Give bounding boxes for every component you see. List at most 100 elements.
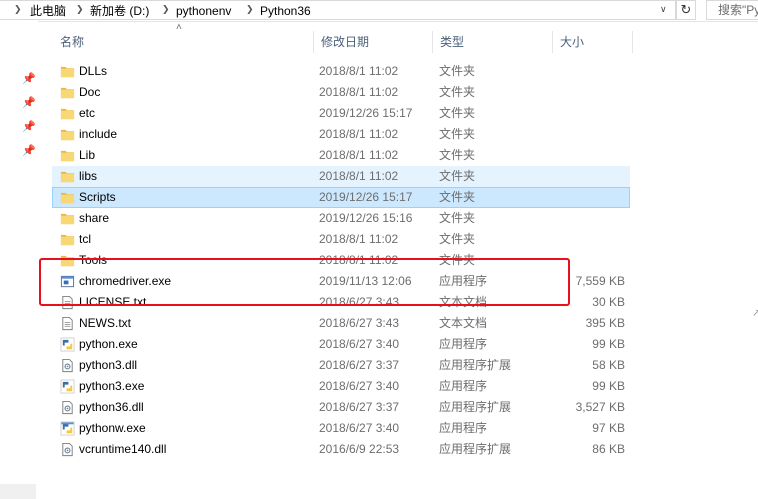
file-size: 99 KB [592, 337, 625, 351]
navigation-pane: 📌 📌 📌 📌 [0, 21, 38, 499]
file-date: 2018/6/27 3:43 [319, 316, 400, 330]
file-name: python3.exe [79, 379, 145, 393]
file-type: 文件夹 [439, 232, 476, 246]
file-name: tcl [79, 232, 91, 246]
chevron-right-icon[interactable]: ❯ [76, 4, 84, 15]
file-row[interactable]: chromedriver.exe 2019/11/13 12:06 应用程序 7,55… [52, 271, 630, 292]
file-name: Tools [79, 253, 108, 267]
pin-icon[interactable]: 📌 [22, 97, 36, 109]
file-size: 99 KB [592, 379, 625, 393]
file-date: 2018/8/1 11:02 [319, 232, 399, 246]
file-date: 2018/8/1 11:02 [319, 169, 399, 183]
file-row[interactable]: python36.dll 2018/6/27 3:37 应用程序扩展 3,527 KB [52, 397, 630, 418]
chevron-right-icon[interactable]: ❯ [14, 4, 22, 15]
file-type: 应用程序 [439, 421, 488, 435]
breadcrumb-drive-d[interactable]: 新加卷 (D:) [90, 3, 149, 19]
file-row[interactable]: Lib 2018/8/1 11:02 文件夹 [52, 145, 630, 166]
file-row[interactable]: python3.dll 2018/6/27 3:37 应用程序扩展 58 KB [52, 355, 630, 376]
file-date: 2018/6/27 3:43 [319, 295, 400, 309]
file-name: include [79, 127, 118, 141]
file-name: NEWS.txt [79, 316, 132, 330]
column-header-date[interactable]: 修改日期 [313, 31, 433, 53]
pin-icon[interactable]: 📌 [22, 145, 36, 157]
text-file-icon [60, 295, 75, 310]
file-row[interactable]: libs 2018/8/1 11:02 文件夹 [52, 166, 630, 187]
file-type: 应用程序扩展 [439, 358, 512, 372]
file-row[interactable]: Tools 2018/8/1 11:02 文件夹 [52, 250, 630, 271]
file-row[interactable]: Doc 2018/8/1 11:02 文件夹 [52, 82, 630, 103]
column-header-type[interactable]: 类型 [432, 31, 552, 53]
folder-icon [60, 148, 75, 163]
file-date: 2018/6/27 3:37 [319, 400, 400, 414]
python-icon [60, 379, 75, 394]
file-type: 文件夹 [439, 106, 476, 120]
pin-icon[interactable]: 📌 [22, 73, 36, 85]
file-name: python.exe [79, 337, 138, 351]
chevron-right-icon[interactable]: ❯ [246, 4, 254, 15]
pin-icon[interactable]: 📌 [22, 121, 36, 133]
address-field[interactable]: ❯ 此电脑 ❯ 新加卷 (D:) ❯ pythonenv ❯ Python36 … [0, 0, 676, 20]
file-name: chromedriver.exe [79, 274, 172, 288]
file-name: pythonw.exe [79, 421, 146, 435]
column-header-name[interactable]: 名称 [52, 31, 313, 53]
file-size [549, 208, 625, 229]
dll-file-icon [60, 400, 75, 415]
folder-icon [60, 127, 75, 142]
file-type: 文件夹 [439, 169, 476, 183]
column-header-size[interactable]: 大小 [552, 31, 632, 53]
file-date: 2018/8/1 11:02 [319, 85, 399, 99]
file-row[interactable]: include 2018/8/1 11:02 文件夹 [52, 124, 630, 145]
file-row[interactable]: vcruntime140.dll 2016/6/9 22:53 应用程序扩展 86 K… [52, 439, 630, 460]
chevron-right-icon[interactable]: ❯ [162, 4, 170, 15]
folder-icon [60, 253, 75, 268]
file-size: 30 KB [592, 295, 625, 309]
file-row[interactable]: share 2019/12/26 15:16 文件夹 [52, 208, 630, 229]
file-size: 7,559 KB [575, 274, 625, 288]
file-row[interactable]: pythonw.exe 2018/6/27 3:40 应用程序 97 KB [52, 418, 630, 439]
file-row[interactable]: DLLs 2018/8/1 11:02 文件夹 [52, 61, 630, 82]
file-size [549, 166, 625, 187]
file-type: 文件夹 [439, 190, 476, 204]
file-size [549, 145, 625, 166]
file-name: share [79, 211, 110, 225]
breadcrumb-pythonenv[interactable]: pythonenv [176, 3, 231, 19]
file-date: 2018/6/27 3:37 [319, 358, 400, 372]
search-input[interactable]: 搜索"Py [706, 0, 758, 20]
file-row[interactable]: etc 2019/12/26 15:17 文件夹 [52, 103, 630, 124]
file-date: 2018/8/1 11:02 [319, 64, 399, 78]
file-row[interactable]: python3.exe 2018/6/27 3:40 应用程序 99 KB [52, 376, 630, 397]
file-row[interactable]: LICENSE.txt 2018/6/27 3:43 文本文档 30 KB [52, 292, 630, 313]
file-row[interactable]: Scripts 2019/12/26 15:17 文件夹 [52, 187, 630, 208]
file-type: 文件夹 [439, 64, 476, 78]
column-divider[interactable] [632, 31, 633, 53]
breadcrumb-this-pc[interactable]: 此电脑 [30, 3, 66, 19]
file-date: 2016/6/9 22:53 [319, 442, 400, 456]
text-file-icon [60, 316, 75, 331]
file-size [549, 103, 625, 124]
file-type: 文件夹 [439, 148, 476, 162]
file-type: 应用程序扩展 [439, 442, 512, 456]
file-date: 2018/8/1 11:02 [319, 148, 399, 162]
file-type: 文件夹 [439, 127, 476, 141]
scroll-indicator-icon: ↗ [752, 308, 758, 319]
file-name: python36.dll [79, 400, 144, 414]
file-size: 58 KB [592, 358, 625, 372]
file-type: 应用程序 [439, 337, 488, 351]
refresh-button[interactable]: ↻ [676, 0, 696, 20]
file-date: 2018/8/1 11:02 [319, 253, 399, 267]
file-row[interactable]: python.exe 2018/6/27 3:40 应用程序 99 KB [52, 334, 630, 355]
file-type: 文件夹 [439, 253, 476, 267]
file-row[interactable]: tcl 2018/8/1 11:02 文件夹 [52, 229, 630, 250]
python-icon [60, 421, 75, 436]
file-date: 2018/6/27 3:40 [319, 379, 400, 393]
file-type: 应用程序 [439, 379, 488, 393]
python-icon [60, 337, 75, 352]
chevron-down-icon[interactable]: ∨ [660, 4, 667, 15]
file-date: 2019/12/26 15:17 [319, 106, 413, 120]
file-size: 3,527 KB [575, 400, 625, 414]
file-name: Lib [79, 148, 96, 162]
file-size [549, 187, 625, 208]
folder-icon [60, 211, 75, 226]
breadcrumb-python36[interactable]: Python36 [260, 3, 311, 19]
file-row[interactable]: NEWS.txt 2018/6/27 3:43 文本文档 395 KB [52, 313, 630, 334]
